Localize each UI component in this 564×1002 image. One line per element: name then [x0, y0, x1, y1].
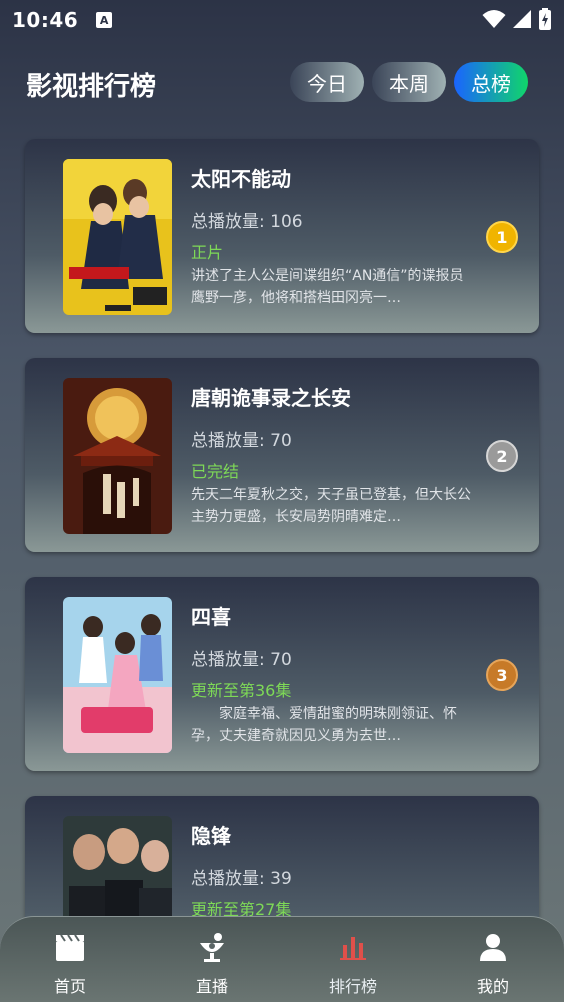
rank-badge: 1	[486, 221, 518, 253]
description: 家庭幸福、爱情甜蜜的明珠刚领证、怀孕，丈夫建奇就因见义勇为去世…	[191, 706, 457, 744]
nav-label: 我的	[476, 977, 509, 996]
status-label: 已完结	[191, 462, 240, 481]
card-title: 太阳不能动	[191, 167, 291, 191]
play-count: 总播放量: 70	[191, 431, 292, 451]
card-title: 唐朝诡事录之长安	[191, 386, 351, 410]
tab-week[interactable]: 本周	[372, 62, 446, 102]
bar-chart-icon	[340, 937, 366, 960]
wifi-icon	[482, 10, 506, 28]
battery-icon	[539, 8, 551, 30]
rank-badge: 2	[486, 440, 518, 472]
poster-image	[63, 159, 172, 315]
poster-image	[63, 597, 172, 753]
ranking-card[interactable]: 太阳不能动 总播放量: 106 正片 讲述了主人公是间谍组织“AN通信”的谍报员…	[25, 139, 539, 333]
status-bar: 10:46 A	[0, 0, 564, 40]
person-icon	[480, 934, 506, 961]
page-title: 影视排行榜	[26, 72, 157, 102]
clapperboard-icon	[56, 934, 84, 961]
tab-all-time[interactable]: 总榜	[454, 62, 528, 102]
nav-profile[interactable]: 我的	[443, 917, 543, 1002]
nav-home[interactable]: 首页	[20, 917, 120, 1002]
nav-label: 排行榜	[328, 977, 377, 996]
play-count: 总播放量: 39	[191, 869, 292, 889]
nav-live[interactable]: 直播	[162, 917, 262, 1002]
play-count: 总播放量: 70	[191, 650, 292, 670]
card-title: 隐锋	[191, 824, 231, 848]
header: 影视排行榜 今日 本周 总榜	[0, 58, 564, 108]
status-label: 正片	[191, 243, 224, 262]
card-title: 四喜	[191, 605, 231, 629]
status-label: 更新至第36集	[191, 681, 292, 700]
nav-label: 直播	[195, 977, 228, 996]
play-count: 总播放量: 106	[191, 212, 303, 232]
rank-badge: 3	[486, 659, 518, 691]
ranking-card[interactable]: 四喜 总播放量: 70 更新至第36集 家庭幸福、爱情甜蜜的明珠刚领证、怀孕，丈…	[25, 577, 539, 771]
nav-ranking[interactable]: 排行榜	[303, 917, 403, 1002]
period-tabs: 今日 本周 总榜	[290, 62, 528, 102]
tab-today[interactable]: 今日	[290, 62, 364, 102]
description: 讲述了主人公是间谍组织“AN通信”的谍报员鹰野一彦，他将和搭档田冈亮一…	[191, 268, 464, 306]
cell-signal-icon	[513, 10, 531, 28]
poster-image	[63, 378, 172, 534]
bottom-nav: 首页 直播 排行榜 我的	[0, 916, 564, 1002]
status-time: 10:46	[12, 8, 79, 32]
live-dish-icon	[200, 933, 224, 962]
ranking-card[interactable]: 唐朝诡事录之长安 总播放量: 70 已完结 先天二年夏秋之交，天子虽已登基，但大…	[25, 358, 539, 552]
description: 先天二年夏秋之交，天子虽已登基，但大长公主势力更盛，长安局势阴晴难定…	[191, 487, 471, 525]
nav-label: 首页	[53, 977, 86, 996]
accessibility-icon: A	[96, 12, 113, 28]
